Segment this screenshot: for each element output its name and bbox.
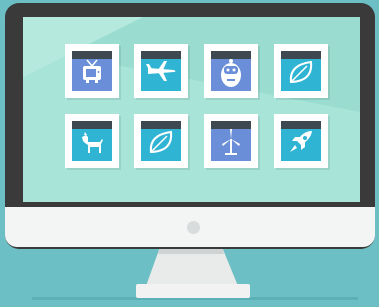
rocket-icon [290,131,312,152]
desktop-screen [23,17,360,202]
app-tile-tv[interactable] [65,44,119,98]
leaf-icon [289,60,313,84]
tv-icon [83,59,101,83]
app-tile-airplane[interactable] [134,44,188,98]
airplane-icon [146,61,176,81]
app-tile-rocket[interactable] [274,114,328,168]
app-tile-robot[interactable] [204,44,258,98]
dog-icon [82,132,103,153]
power-button[interactable] [187,221,200,234]
leaf-icon [149,130,173,154]
app-tile-dog[interactable] [65,114,119,168]
robot-icon [221,59,241,87]
app-tile-wind-turbine[interactable] [204,114,258,168]
monitor-stand-base [136,284,250,298]
app-tile-leaf-2[interactable] [134,114,188,168]
wind-turbine-icon [222,129,240,155]
app-tile-leaf[interactable] [274,44,328,98]
